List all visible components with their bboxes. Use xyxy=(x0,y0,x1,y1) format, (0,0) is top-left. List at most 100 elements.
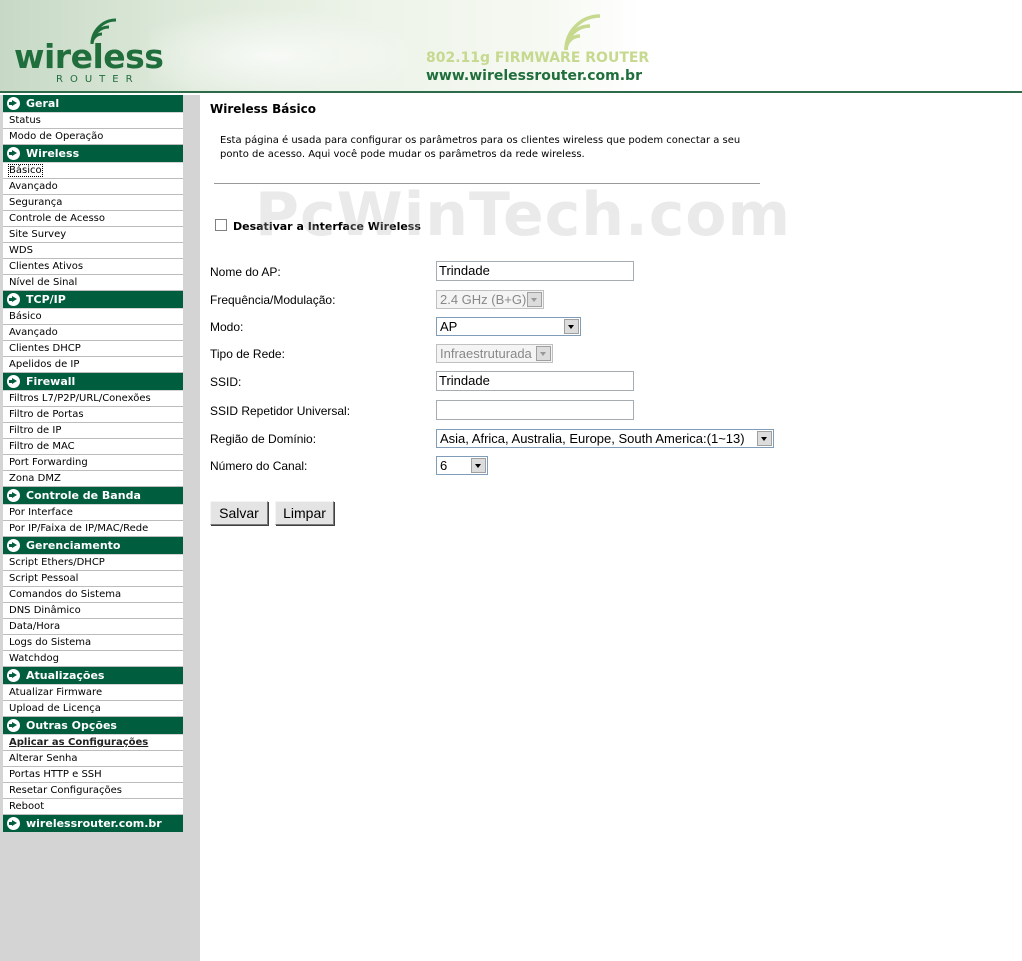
sidebar-item-label: WDS xyxy=(9,245,33,256)
sidebar-section-header[interactable]: Outras Opções xyxy=(3,717,183,735)
sidebar-item[interactable]: Nível de Sinal xyxy=(3,275,183,291)
clear-button[interactable]: Limpar xyxy=(275,501,334,525)
sidebar-section-title: TCP/IP xyxy=(26,293,66,306)
sidebar-item[interactable]: Zona DMZ xyxy=(3,471,183,487)
sidebar-item[interactable]: Básico xyxy=(3,163,183,179)
sidebar-item-label: Status xyxy=(9,115,41,126)
channel-select[interactable]: 6 xyxy=(436,456,488,475)
sidebar-item[interactable]: Site Survey xyxy=(3,227,183,243)
domain-select[interactable]: Asia, Africa, Australia, Europe, South A… xyxy=(436,429,774,448)
sidebar-item[interactable]: Clientes Ativos xyxy=(3,259,183,275)
header-banner: wireless ROUTER 802.11g FIRMWARE ROUTER … xyxy=(0,0,1022,93)
save-button[interactable]: Salvar xyxy=(210,501,268,525)
banner-title: 802.11g FIRMWARE ROUTER xyxy=(426,50,650,66)
sidebar-item[interactable]: Clientes DHCP xyxy=(3,341,183,357)
sidebar-item-label: Resetar Configurações xyxy=(9,785,122,796)
mode-select[interactable]: AP xyxy=(436,317,581,336)
sidebar-item[interactable]: Avançado xyxy=(3,179,183,195)
sidebar-item[interactable]: Controle de Acesso xyxy=(3,211,183,227)
sidebar-item[interactable]: Alterar Senha xyxy=(3,751,183,767)
sidebar-item-label: Filtro de IP xyxy=(9,425,62,436)
sidebar-item[interactable]: Watchdog xyxy=(3,651,183,667)
sidebar-item[interactable]: Básico xyxy=(3,309,183,325)
sidebar-section-title: Geral xyxy=(26,97,60,110)
sidebar-item-label: Filtros L7/P2P/URL/Conexões xyxy=(9,393,151,404)
ssid-input[interactable]: Trindade xyxy=(436,371,634,391)
sidebar-item[interactable]: WDS xyxy=(3,243,183,259)
sidebar-item-label: Upload de Licença xyxy=(9,703,101,714)
divider xyxy=(214,183,760,184)
sidebar-item-label: Modo de Operação xyxy=(9,131,104,142)
network-type-select[interactable]: Infraestruturada xyxy=(436,344,553,363)
sidebar-item[interactable]: DNS Dinâmico xyxy=(3,603,183,619)
sidebar-item[interactable]: Aplicar as Configurações xyxy=(3,735,183,751)
sidebar-item[interactable]: Portas HTTP e SSH xyxy=(3,767,183,783)
sidebar-item-label: Apelidos de IP xyxy=(9,359,80,370)
network-type-value: Infraestruturada xyxy=(440,346,532,361)
sidebar-item[interactable]: Reboot xyxy=(3,799,183,815)
sidebar-item-label: Alterar Senha xyxy=(9,753,78,764)
channel-label: Número do Canal: xyxy=(210,459,308,473)
banner-url: www.wirelessrouter.com.br xyxy=(426,68,642,84)
sidebar-item[interactable]: Por Interface xyxy=(3,505,183,521)
sidebar-menu: Geral Status Modo de Operação Wireless Básic… xyxy=(3,95,183,833)
sidebar-item[interactable]: Filtros L7/P2P/URL/Conexões xyxy=(3,391,183,407)
chevron-down-icon xyxy=(471,458,486,473)
sidebar-item[interactable]: Logs do Sistema xyxy=(3,635,183,651)
disable-wireless-checkbox[interactable] xyxy=(215,219,227,231)
sidebar-item[interactable]: Filtro de MAC xyxy=(3,439,183,455)
sidebar-item-label: Data/Hora xyxy=(9,621,61,632)
sidebar-section-header[interactable]: Controle de Banda xyxy=(3,487,183,505)
sidebar-item[interactable]: Avançado xyxy=(3,325,183,341)
sidebar-section-header[interactable]: Geral xyxy=(3,95,183,113)
sidebar-item-label: Aplicar as Configurações xyxy=(9,737,149,748)
main-content: Wireless Básico Esta página é usada para… xyxy=(200,95,1022,961)
sidebar-item-label: Avançado xyxy=(9,327,58,338)
sidebar-item-label: Zona DMZ xyxy=(9,473,61,484)
sidebar-item-label: Filtro de MAC xyxy=(9,441,75,452)
sidebar-item[interactable]: Comandos do Sistema xyxy=(3,587,183,603)
sidebar-item-label: Por IP/Faixa de IP/MAC/Rede xyxy=(9,523,149,534)
arrow-right-icon xyxy=(7,97,20,110)
frequency-label: Frequência/Modulação: xyxy=(210,293,336,307)
sidebar-item-label: Clientes DHCP xyxy=(9,343,81,354)
sidebar-item[interactable]: Por IP/Faixa de IP/MAC/Rede xyxy=(3,521,183,537)
ap-name-input[interactable]: Trindade xyxy=(436,261,634,281)
sidebar-item[interactable]: Apelidos de IP xyxy=(3,357,183,373)
sidebar-item[interactable]: Filtro de Portas xyxy=(3,407,183,423)
repeater-ssid-input[interactable] xyxy=(436,400,634,420)
mode-value: AP xyxy=(440,319,458,334)
mode-label: Modo: xyxy=(210,320,244,334)
sidebar-item-label: Watchdog xyxy=(9,653,59,664)
sidebar-section-header[interactable]: TCP/IP xyxy=(3,291,183,309)
sidebar-item[interactable]: Status xyxy=(3,113,183,129)
sidebar-item-label: Por Interface xyxy=(9,507,73,518)
logo-text: wireless xyxy=(14,37,164,76)
sidebar-item-label: Básico xyxy=(9,311,42,322)
sidebar-item[interactable]: Script Ethers/DHCP xyxy=(3,555,183,571)
sidebar-item[interactable]: Upload de Licença xyxy=(3,701,183,717)
domain-value: Asia, Africa, Australia, Europe, South A… xyxy=(440,431,745,446)
sidebar-item[interactable]: Modo de Operação xyxy=(3,129,183,145)
sidebar-item-label: Comandos do Sistema xyxy=(9,589,122,600)
ap-name-label: Nome do AP: xyxy=(210,265,281,279)
logo-subtext: ROUTER xyxy=(56,74,140,85)
sidebar-item[interactable]: Atualizar Firmware xyxy=(3,685,183,701)
sidebar-section-header[interactable]: wirelessrouter.com.br xyxy=(3,815,183,833)
sidebar-section-header[interactable]: Firewall xyxy=(3,373,183,391)
sidebar-section-header[interactable]: Atualizações xyxy=(3,667,183,685)
frequency-select[interactable]: 2.4 GHz (B+G) xyxy=(436,290,544,309)
sidebar-item-label: Script Ethers/DHCP xyxy=(9,557,105,568)
sidebar-item[interactable]: Data/Hora xyxy=(3,619,183,635)
sidebar-section-title: Outras Opções xyxy=(26,719,117,732)
sidebar-item[interactable]: Port Forwarding xyxy=(3,455,183,471)
sidebar-section-header[interactable]: Gerenciamento xyxy=(3,537,183,555)
sidebar-item[interactable]: Filtro de IP xyxy=(3,423,183,439)
sidebar-item-label: Logs do Sistema xyxy=(9,637,92,648)
sidebar-section-header[interactable]: Wireless xyxy=(3,145,183,163)
arrow-right-icon xyxy=(7,817,20,830)
sidebar-item[interactable]: Script Pessoal xyxy=(3,571,183,587)
sidebar-item[interactable]: Segurança xyxy=(3,195,183,211)
sidebar-item[interactable]: Resetar Configurações xyxy=(3,783,183,799)
sidebar: Geral Status Modo de Operação Wireless Básic… xyxy=(0,95,200,961)
